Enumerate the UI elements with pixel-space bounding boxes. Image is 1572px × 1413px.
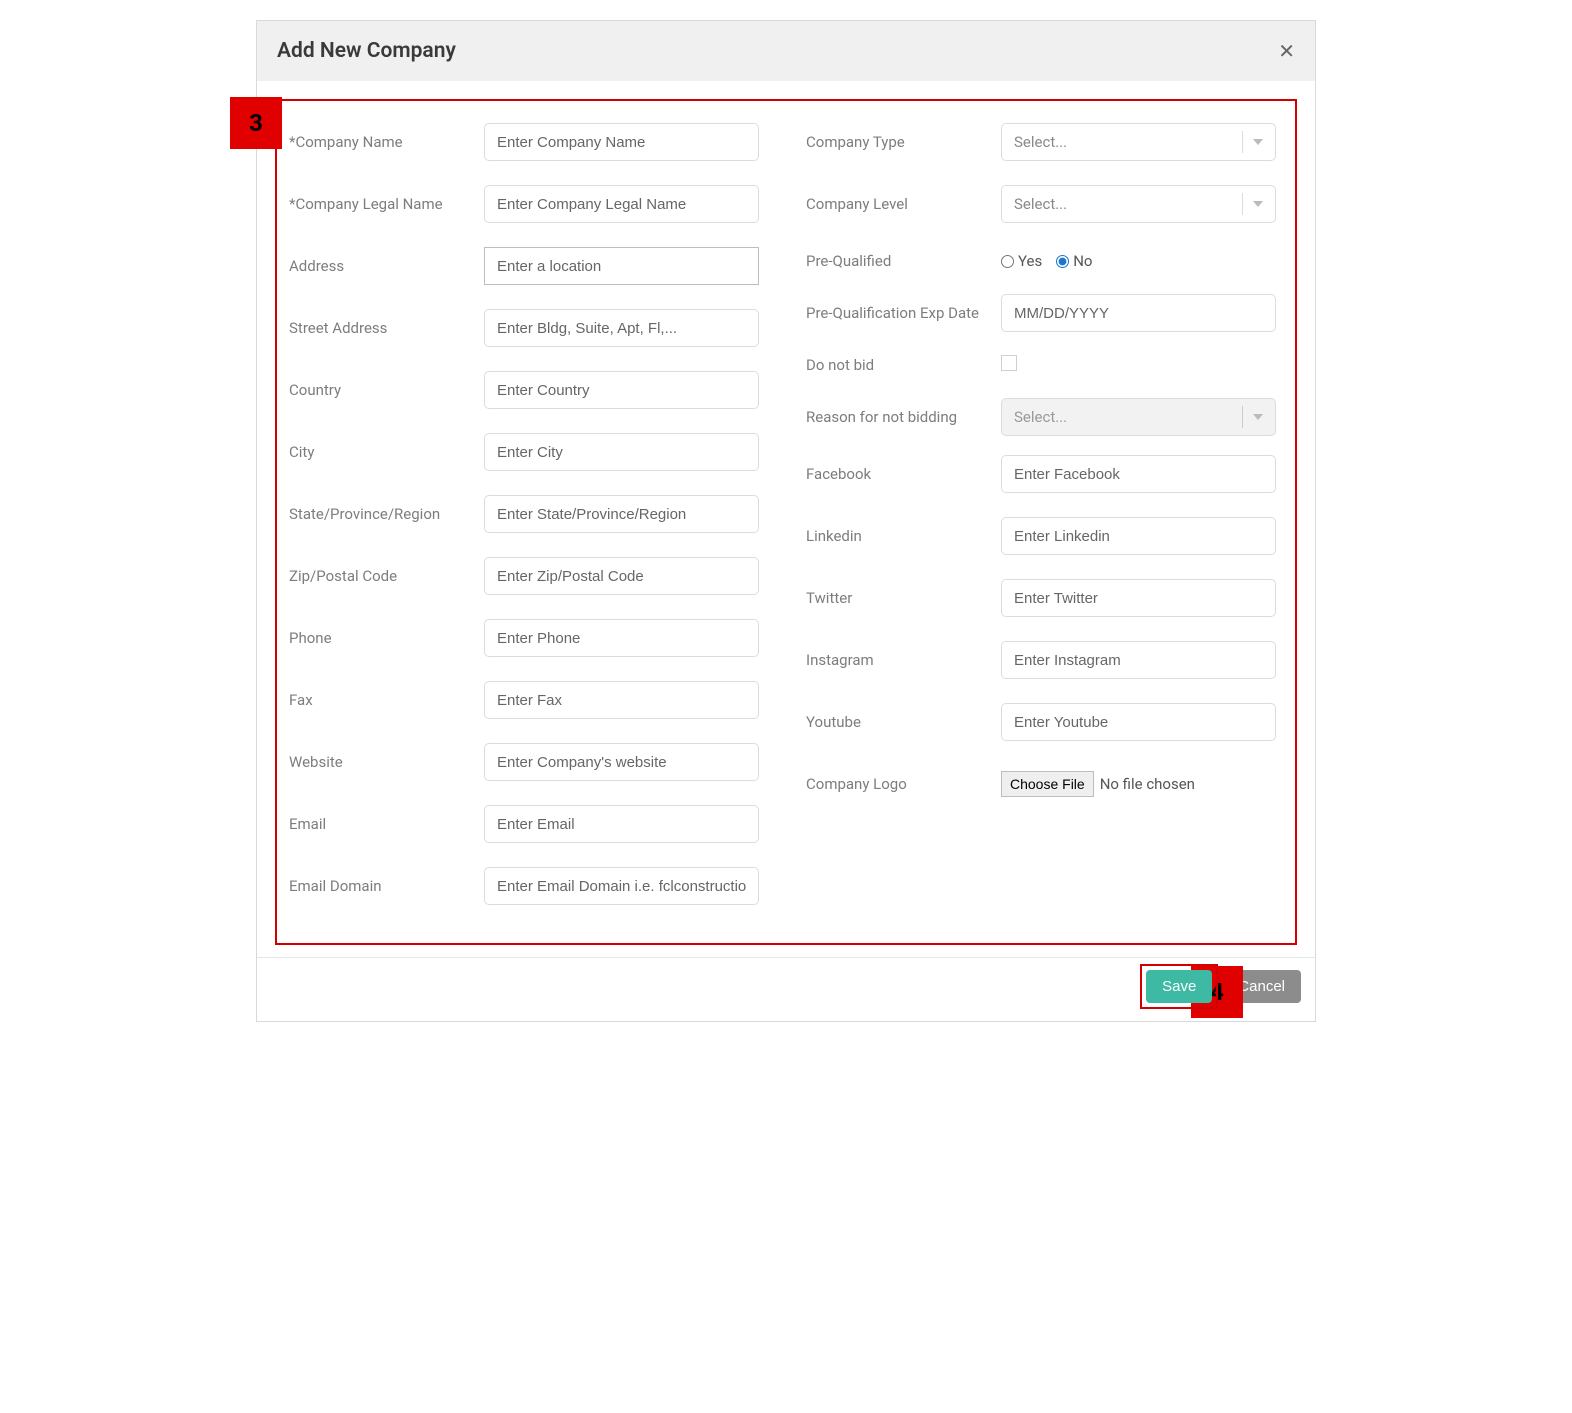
instagram-input[interactable] xyxy=(1001,641,1276,679)
country-input[interactable] xyxy=(484,371,759,409)
do-not-bid-checkbox[interactable] xyxy=(1001,355,1017,371)
youtube-input[interactable] xyxy=(1001,703,1276,741)
modal-title: Add New Company xyxy=(277,39,456,63)
chevron-down-icon xyxy=(1253,414,1263,420)
company-name-input[interactable] xyxy=(484,123,759,161)
radio-yes-label: Yes xyxy=(1018,252,1042,270)
address-input[interactable] xyxy=(484,247,759,285)
company-legal-name-input[interactable] xyxy=(484,185,759,223)
pre-qual-exp-label: Pre-Qualification Exp Date xyxy=(806,304,1001,322)
company-level-label: Company Level xyxy=(806,195,1001,213)
website-label: Website xyxy=(289,753,484,771)
zip-input[interactable] xyxy=(484,557,759,595)
facebook-label: Facebook xyxy=(806,465,1001,483)
youtube-label: Youtube xyxy=(806,713,1001,731)
add-company-modal: 3 Add New Company ✕ *Company Name *Compa… xyxy=(256,20,1316,1022)
country-label: Country xyxy=(289,381,484,399)
form-highlight-box: *Company Name *Company Legal Name Addres… xyxy=(275,99,1297,945)
street-address-input[interactable] xyxy=(484,309,759,347)
company-level-select[interactable]: Select... xyxy=(1001,185,1276,223)
pre-qualified-label: Pre-Qualified xyxy=(806,252,1001,270)
reason-not-bidding-select[interactable]: Select... xyxy=(1001,398,1276,436)
linkedin-label: Linkedin xyxy=(806,527,1001,545)
company-level-placeholder: Select... xyxy=(1014,195,1067,213)
website-input[interactable] xyxy=(484,743,759,781)
email-input[interactable] xyxy=(484,805,759,843)
company-logo-label: Company Logo xyxy=(806,775,1001,793)
company-type-placeholder: Select... xyxy=(1014,133,1067,151)
linkedin-input[interactable] xyxy=(1001,517,1276,555)
save-button[interactable]: Save xyxy=(1146,970,1212,1003)
street-address-label: Street Address xyxy=(289,319,484,337)
reason-not-bidding-placeholder: Select... xyxy=(1014,408,1067,426)
annotation-marker-3: 3 xyxy=(230,97,282,149)
company-type-label: Company Type xyxy=(806,133,1001,151)
modal-header: Add New Company ✕ xyxy=(257,21,1315,81)
email-domain-label: Email Domain xyxy=(289,877,484,895)
pre-qualified-yes-radio[interactable]: Yes xyxy=(1001,252,1042,270)
phone-label: Phone xyxy=(289,629,484,647)
address-label: Address xyxy=(289,257,484,275)
close-icon[interactable]: ✕ xyxy=(1278,41,1295,61)
zip-label: Zip/Postal Code xyxy=(289,567,484,585)
email-label: Email xyxy=(289,815,484,833)
twitter-label: Twitter xyxy=(806,589,1001,607)
instagram-label: Instagram xyxy=(806,651,1001,669)
right-column: Company Type Select... Company Level Sel… xyxy=(806,111,1283,917)
chevron-down-icon xyxy=(1253,201,1263,207)
company-legal-name-label: *Company Legal Name xyxy=(289,195,484,213)
fax-label: Fax xyxy=(289,691,484,709)
state-input[interactable] xyxy=(484,495,759,533)
reason-not-bidding-label: Reason for not bidding xyxy=(806,408,1001,426)
city-input[interactable] xyxy=(484,433,759,471)
choose-file-button[interactable]: Choose File xyxy=(1001,771,1094,797)
company-name-label: *Company Name xyxy=(289,133,484,151)
do-not-bid-label: Do not bid xyxy=(806,356,1001,374)
fax-input[interactable] xyxy=(484,681,759,719)
chevron-down-icon xyxy=(1253,139,1263,145)
modal-body: *Company Name *Company Legal Name Addres… xyxy=(257,81,1315,957)
modal-footer: 4 Save Cancel xyxy=(257,957,1315,1021)
pre-qualified-no-radio[interactable]: No xyxy=(1056,252,1092,270)
facebook-input[interactable] xyxy=(1001,455,1276,493)
company-type-select[interactable]: Select... xyxy=(1001,123,1276,161)
pre-qual-exp-input[interactable] xyxy=(1001,294,1276,332)
radio-no-label: No xyxy=(1073,252,1092,270)
email-domain-input[interactable] xyxy=(484,867,759,905)
file-status-text: No file chosen xyxy=(1100,775,1195,793)
state-label: State/Province/Region xyxy=(289,505,484,523)
phone-input[interactable] xyxy=(484,619,759,657)
twitter-input[interactable] xyxy=(1001,579,1276,617)
left-column: *Company Name *Company Legal Name Addres… xyxy=(289,111,766,917)
city-label: City xyxy=(289,443,484,461)
